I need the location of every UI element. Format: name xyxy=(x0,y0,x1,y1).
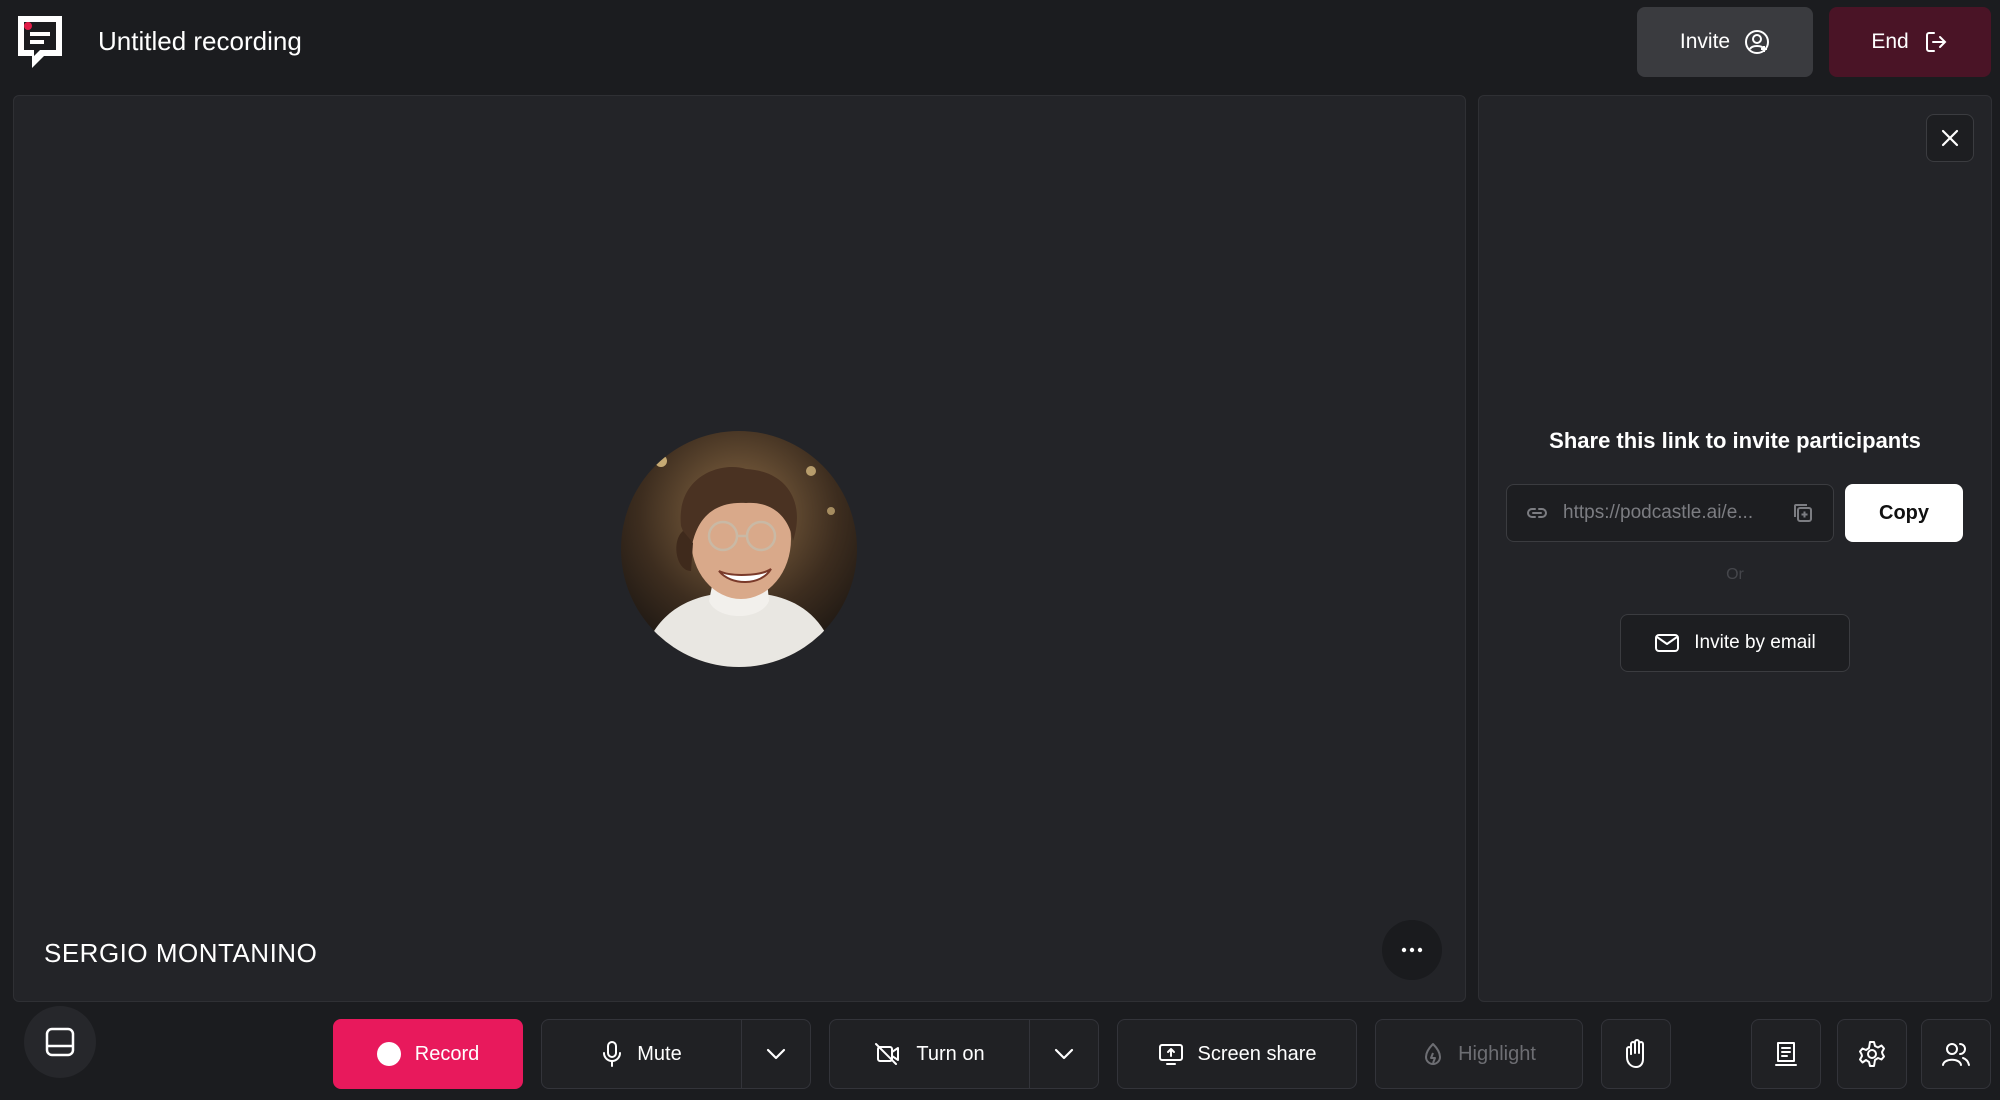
end-button[interactable]: End xyxy=(1829,7,1991,77)
recording-title[interactable]: Untitled recording xyxy=(98,26,302,57)
participant-avatar xyxy=(621,431,857,667)
more-options-button[interactable] xyxy=(1382,920,1442,980)
exit-icon xyxy=(1923,29,1949,55)
participants-button[interactable] xyxy=(1921,1019,1991,1089)
hand-icon xyxy=(1622,1039,1650,1069)
invite-by-email-button[interactable]: Invite by email xyxy=(1620,614,1850,672)
mute-button[interactable]: Mute xyxy=(542,1020,742,1088)
camera-toggle-button[interactable]: Turn on xyxy=(830,1020,1030,1088)
chat-icon xyxy=(44,1026,76,1058)
or-divider: Or xyxy=(1726,566,1744,583)
mute-label: Mute xyxy=(637,1042,682,1065)
notes-button[interactable] xyxy=(1751,1019,1821,1089)
microphone-icon xyxy=(601,1040,623,1068)
camera-control: Turn on xyxy=(829,1019,1099,1089)
screen-share-button[interactable]: Screen share xyxy=(1117,1019,1357,1089)
podcastle-logo-icon[interactable] xyxy=(14,12,66,72)
raise-hand-button[interactable] xyxy=(1601,1019,1671,1089)
add-user-icon xyxy=(1744,29,1770,55)
screen-share-icon xyxy=(1158,1042,1184,1066)
copy-link-button[interactable]: Copy xyxy=(1845,484,1963,542)
chat-button[interactable] xyxy=(24,1006,96,1078)
record-dot-icon xyxy=(376,1042,401,1066)
camera-label: Turn on xyxy=(916,1042,985,1065)
camera-options-button[interactable] xyxy=(1030,1020,1098,1088)
chevron-down-icon xyxy=(766,1048,786,1060)
invite-link-field[interactable]: https://podcastle.ai/e... xyxy=(1506,484,1834,542)
camera-off-icon xyxy=(874,1042,902,1066)
mail-icon xyxy=(1654,632,1680,654)
chevron-down-icon xyxy=(1054,1048,1074,1060)
link-icon xyxy=(1525,501,1549,525)
gear-icon xyxy=(1858,1040,1886,1068)
close-icon xyxy=(1940,128,1960,148)
highlight-button[interactable]: Highlight xyxy=(1375,1019,1583,1089)
video-stage: SERGIO MONTANINO xyxy=(13,95,1466,1002)
close-panel-button[interactable] xyxy=(1926,114,1974,162)
top-bar: Untitled recording Invite End xyxy=(0,0,2000,88)
invite-button[interactable]: Invite xyxy=(1637,7,1813,77)
invite-by-email-label: Invite by email xyxy=(1694,632,1816,653)
settings-button[interactable] xyxy=(1837,1019,1907,1089)
invite-label: Invite xyxy=(1679,30,1731,53)
invite-panel: Share this link to invite participants h… xyxy=(1478,95,1992,1002)
record-label: Record xyxy=(414,1042,480,1065)
end-label: End xyxy=(1871,30,1909,53)
invite-heading: Share this link to invite participants xyxy=(1549,428,1921,453)
ellipsis-icon xyxy=(1401,947,1423,953)
copy-icon[interactable] xyxy=(1791,501,1815,525)
highlight-label: Highlight xyxy=(1458,1042,1536,1065)
record-button[interactable]: Record xyxy=(333,1019,523,1089)
invite-link-text: https://podcastle.ai/e... xyxy=(1563,502,1754,523)
screen-share-label: Screen share xyxy=(1197,1042,1317,1065)
notes-icon xyxy=(1773,1040,1799,1068)
microphone-options-button[interactable] xyxy=(742,1020,810,1088)
highlight-icon xyxy=(1422,1041,1444,1067)
people-icon xyxy=(1941,1040,1971,1068)
mute-control: Mute xyxy=(541,1019,811,1089)
participant-name: SERGIO MONTANINO xyxy=(44,938,318,968)
